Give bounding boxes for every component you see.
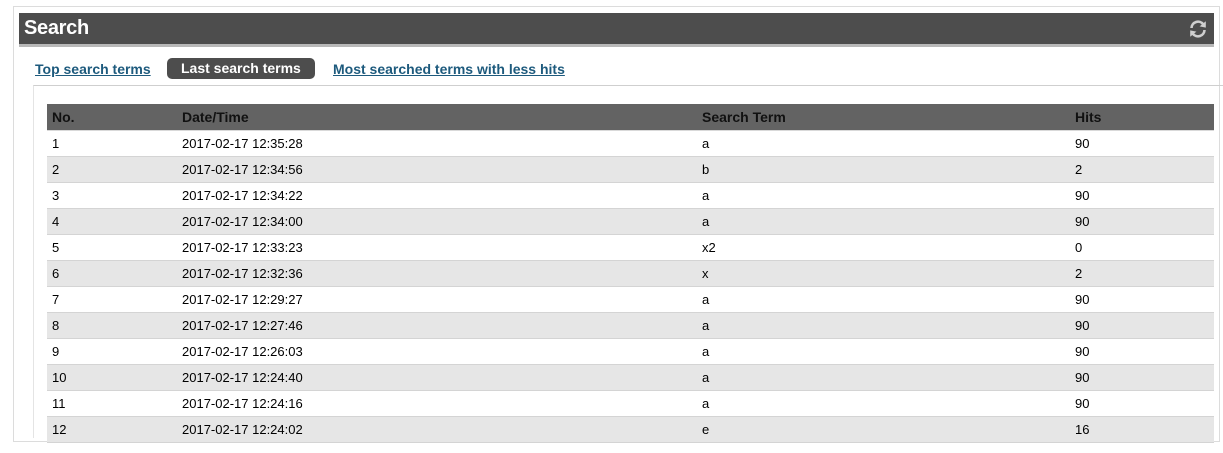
cell-search-term: x2	[697, 234, 1070, 261]
cell-hits: 90	[1070, 364, 1214, 391]
table-row: 9 2017-02-17 12:26:03 a 90	[47, 338, 1214, 365]
tab-top-search-terms[interactable]: Top search terms	[35, 61, 151, 77]
cell-hits: 90	[1070, 390, 1214, 417]
tab-most-searched-less-hits[interactable]: Most searched terms with less hits	[333, 61, 565, 77]
results-panel: No. Date/Time Search Term Hits 1 2017-02-…	[33, 85, 1223, 443]
table-row: 2 2017-02-17 12:34:56 b 2	[47, 156, 1214, 183]
cell-no: 6	[47, 260, 177, 287]
cell-search-term: a	[697, 338, 1070, 365]
widget-header: Search	[19, 13, 1214, 47]
cell-hits: 90	[1070, 182, 1214, 209]
cell-search-term: a	[697, 312, 1070, 339]
table-header-row: No. Date/Time Search Term Hits	[47, 104, 1214, 131]
tab-last-search-terms[interactable]: Last search terms	[167, 58, 315, 79]
cell-no: 7	[47, 286, 177, 313]
cell-no: 2	[47, 156, 177, 183]
cell-search-term: a	[697, 390, 1070, 417]
table-row: 4 2017-02-17 12:34:00 a 90	[47, 208, 1214, 235]
cell-no: 3	[47, 182, 177, 209]
cell-datetime: 2017-02-17 12:34:22	[177, 182, 697, 209]
table-row: 5 2017-02-17 12:33:23 x2 0	[47, 234, 1214, 261]
cell-search-term: a	[697, 364, 1070, 391]
cell-search-term: x	[697, 260, 1070, 287]
cell-search-term: e	[697, 416, 1070, 443]
cell-no: 5	[47, 234, 177, 261]
cell-datetime: 2017-02-17 12:24:02	[177, 416, 697, 443]
refresh-icon[interactable]	[1188, 19, 1208, 39]
cell-search-term: a	[697, 208, 1070, 235]
cell-no: 8	[47, 312, 177, 339]
cell-search-term: a	[697, 286, 1070, 313]
table-row: 10 2017-02-17 12:24:40 a 90	[47, 364, 1214, 391]
cell-datetime: 2017-02-17 12:26:03	[177, 338, 697, 365]
cell-datetime: 2017-02-17 12:32:36	[177, 260, 697, 287]
cell-datetime: 2017-02-17 12:34:56	[177, 156, 697, 183]
column-header-hits[interactable]: Hits	[1070, 104, 1214, 131]
cell-no: 4	[47, 208, 177, 235]
cell-no: 10	[47, 364, 177, 391]
table-row: 11 2017-02-17 12:24:16 a 90	[47, 390, 1214, 417]
cell-no: 1	[47, 130, 177, 157]
table-row: 8 2017-02-17 12:27:46 a 90	[47, 312, 1214, 339]
table-row: 12 2017-02-17 12:24:02 e 16	[47, 416, 1214, 443]
cell-hits: 90	[1070, 130, 1214, 157]
cell-datetime: 2017-02-17 12:34:00	[177, 208, 697, 235]
cell-no: 11	[47, 390, 177, 417]
cell-hits: 90	[1070, 312, 1214, 339]
cell-datetime: 2017-02-17 12:29:27	[177, 286, 697, 313]
widget-title: Search	[24, 17, 89, 39]
cell-hits: 90	[1070, 208, 1214, 235]
column-header-no[interactable]: No.	[47, 104, 177, 131]
search-widget: Search Top search terms Last search term…	[13, 6, 1223, 443]
cell-datetime: 2017-02-17 12:24:40	[177, 364, 697, 391]
table-row: 1 2017-02-17 12:35:28 a 90	[47, 130, 1214, 157]
table-row: 7 2017-02-17 12:29:27 a 90	[47, 286, 1214, 313]
cell-datetime: 2017-02-17 12:33:23	[177, 234, 697, 261]
cell-search-term: a	[697, 130, 1070, 157]
cell-datetime: 2017-02-17 12:27:46	[177, 312, 697, 339]
cell-hits: 90	[1070, 286, 1214, 313]
table-row: 3 2017-02-17 12:34:22 a 90	[47, 182, 1214, 209]
search-terms-table: No. Date/Time Search Term Hits 1 2017-02-…	[47, 104, 1214, 443]
cell-no: 9	[47, 338, 177, 365]
cell-hits: 2	[1070, 260, 1214, 287]
column-header-search-term[interactable]: Search Term	[697, 104, 1070, 131]
cell-datetime: 2017-02-17 12:35:28	[177, 130, 697, 157]
cell-hits: 16	[1070, 416, 1214, 443]
cell-hits: 2	[1070, 156, 1214, 183]
table-row: 6 2017-02-17 12:32:36 x 2	[47, 260, 1214, 287]
cell-hits: 0	[1070, 234, 1214, 261]
cell-datetime: 2017-02-17 12:24:16	[177, 390, 697, 417]
cell-search-term: a	[697, 182, 1070, 209]
cell-search-term: b	[697, 156, 1070, 183]
cell-no: 12	[47, 416, 177, 443]
cell-hits: 90	[1070, 338, 1214, 365]
column-header-datetime[interactable]: Date/Time	[177, 104, 697, 131]
